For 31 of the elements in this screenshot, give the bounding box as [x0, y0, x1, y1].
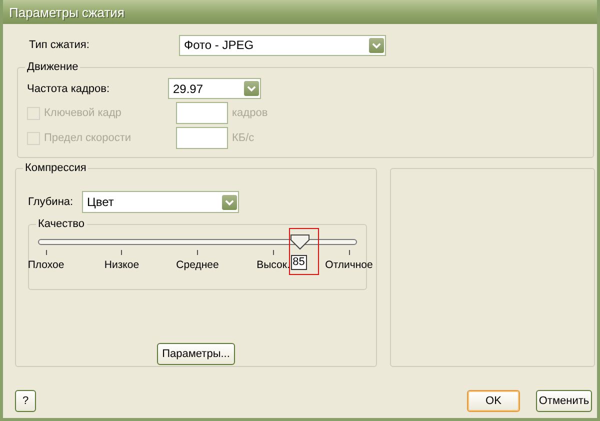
tick-mark [197, 250, 198, 255]
tick-label: Плохое [28, 259, 64, 271]
window-title: Параметры сжатия [9, 4, 124, 20]
help-button[interactable]: ? [15, 390, 36, 412]
tick-mark [348, 250, 350, 255]
dropdown[interactable]: 29.97 [168, 78, 261, 99]
group-title: Компрессия [23, 162, 88, 174]
tick-label: Низкое [104, 259, 140, 271]
field-label: Глубина: [28, 196, 74, 208]
tick-mark [272, 250, 274, 255]
tick-mark [121, 250, 122, 255]
cancel-button[interactable]: Отменить [536, 390, 592, 412]
field-label: Частота кадров: [27, 82, 111, 94]
unit-label: КБ/с [232, 132, 254, 144]
ok-button[interactable]: OK [467, 390, 520, 412]
checkbox-label: Ключевой кадр [44, 107, 122, 119]
settings-button[interactable]: Параметры... [157, 343, 235, 365]
checkbox-label: Предел скорости [44, 132, 132, 144]
value-tooltip: 85 [290, 255, 307, 270]
unit-label: кадров [232, 107, 268, 119]
dropdown[interactable]: Цвет [82, 191, 239, 213]
tick-label: Отличное [325, 259, 373, 271]
field-label: Тип сжатия: [29, 39, 90, 51]
dropdown[interactable]: Фото - JPEG [179, 34, 386, 56]
group-title: Качество [36, 218, 87, 230]
slider-thumb[interactable] [290, 234, 310, 250]
tick-label: Высок. [256, 259, 290, 271]
input-field[interactable] [176, 102, 228, 124]
tick-label: Среднее [176, 259, 219, 271]
input-field[interactable] [176, 127, 228, 149]
group-title: Движение [25, 61, 80, 73]
